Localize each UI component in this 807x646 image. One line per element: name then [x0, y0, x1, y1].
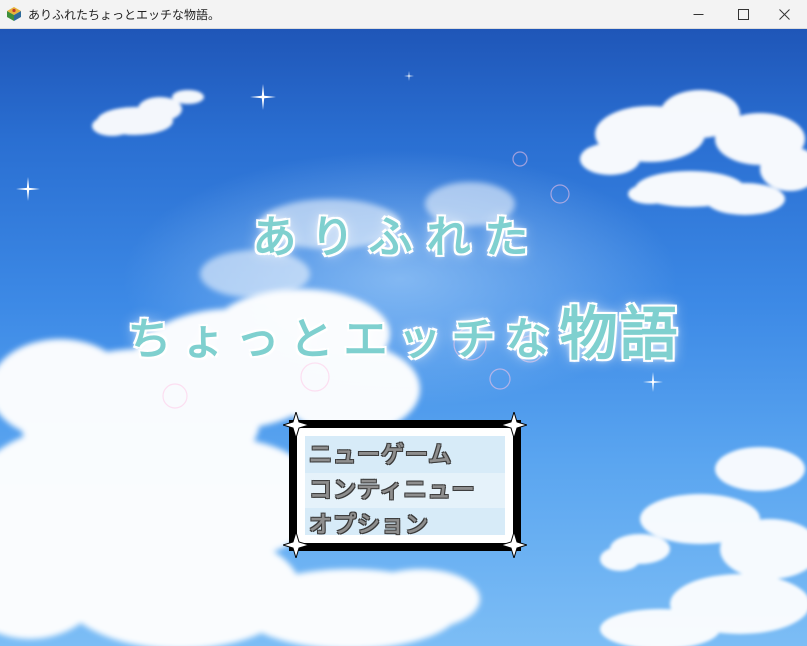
menu-item-options[interactable]: オプション: [305, 508, 505, 543]
minimize-icon: [693, 14, 703, 15]
close-icon: [778, 9, 790, 20]
corner-star-icon: [501, 412, 527, 438]
corner-star-icon: [283, 532, 309, 558]
game-logo-text: ちょっとエッチな: [127, 314, 560, 365]
game-logo-line-2: ちょっとエッチな物語: [0, 287, 807, 371]
title-menu-border: ニューゲーム コンティニュー オプション: [297, 428, 513, 543]
sparkle-icon: [404, 71, 414, 81]
window-title-bar[interactable]: ありふれたちょっとエッチな物語。: [0, 0, 807, 29]
sparkle-icon: [643, 372, 663, 392]
sparkle-icon: [250, 84, 276, 110]
close-button[interactable]: [761, 0, 807, 29]
corner-star-icon: [283, 412, 309, 438]
sparkle-icon: [16, 177, 40, 201]
game-viewport[interactable]: ありふれた ちょっとエッチな物語 ニューゲーム コンティニュー オプション: [0, 29, 807, 646]
title-menu: ニューゲーム コンティニュー オプション: [283, 412, 527, 558]
game-app-icon: [7, 7, 21, 21]
maximize-icon: [737, 9, 749, 20]
menu-item-new-game[interactable]: ニューゲーム: [305, 438, 505, 473]
title-menu-list: ニューゲーム コンティニュー オプション: [305, 436, 505, 538]
maximize-button[interactable]: [720, 0, 766, 29]
game-logo-line-1: ありふれた: [252, 212, 543, 263]
game-logo-emphasis: 物語: [559, 300, 680, 368]
window-title: ありふれたちょっとエッチな物語。: [28, 8, 221, 22]
minimize-button[interactable]: [675, 0, 721, 29]
menu-item-continue[interactable]: コンティニュー: [305, 473, 505, 508]
corner-star-icon: [501, 532, 527, 558]
